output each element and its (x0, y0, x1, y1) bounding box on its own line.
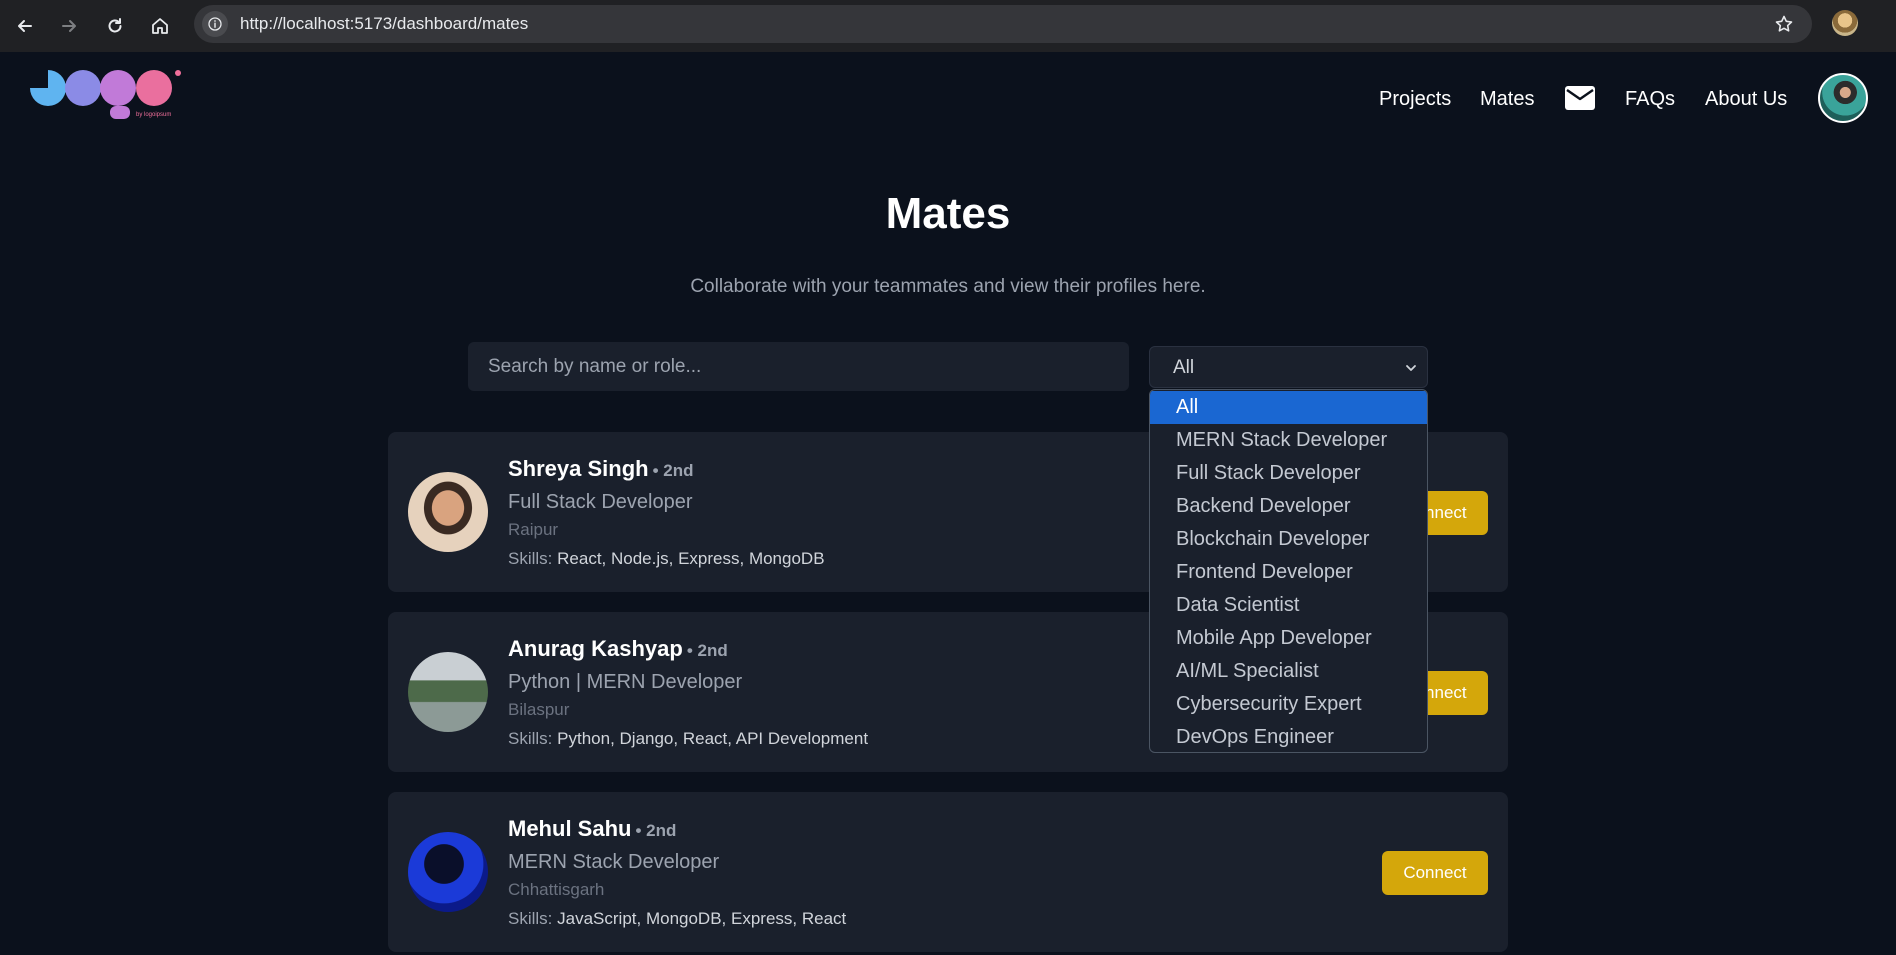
role-option-backend[interactable]: Backend Developer (1150, 490, 1427, 523)
site-info-icon[interactable] (202, 11, 228, 37)
role-filter-select[interactable]: All (1149, 346, 1428, 388)
home-button[interactable] (144, 10, 176, 42)
chevron-down-icon (1406, 365, 1416, 371)
role-option-ai-ml[interactable]: AI/ML Specialist (1150, 655, 1427, 688)
mate-avatar (408, 832, 488, 912)
browser-toolbar: http://localhost:5173/dashboard/mates (0, 0, 1896, 52)
role-option-data-scientist[interactable]: Data Scientist (1150, 589, 1427, 622)
mate-location: Chhattisgarh (508, 880, 605, 899)
mate-skills: Python, Django, React, API Development (557, 729, 869, 748)
nav-faqs[interactable]: FAQs (1625, 87, 1675, 111)
mate-avatar (408, 652, 488, 732)
mate-name[interactable]: Shreya Singh (508, 456, 649, 481)
role-option-blockchain[interactable]: Blockchain Developer (1150, 523, 1427, 556)
role-option-mobile-app[interactable]: Mobile App Developer (1150, 622, 1427, 655)
role-option-all[interactable]: All (1150, 391, 1427, 424)
back-arrow-icon (18, 20, 32, 32)
mate-role: MERN Stack Developer (508, 851, 720, 873)
nav-projects[interactable]: Projects (1379, 87, 1451, 111)
logo[interactable]: by logoipsum (28, 68, 188, 138)
mate-skills: JavaScript, MongoDB, Express, React (557, 909, 847, 928)
skills-label: Skills: (508, 909, 553, 928)
bookmark-star-icon[interactable] (1774, 14, 1794, 34)
reload-icon (108, 18, 122, 33)
role-filter-options: All MERN Stack Developer Full Stack Deve… (1149, 389, 1428, 753)
mate-avatar (408, 472, 488, 552)
role-option-mern-stack[interactable]: MERN Stack Developer (1150, 424, 1427, 457)
forward-arrow-icon (62, 20, 76, 32)
role-option-devops[interactable]: DevOps Engineer (1150, 721, 1427, 752)
home-icon (152, 18, 168, 34)
forward-button[interactable] (53, 10, 85, 42)
skills-label: Skills: (508, 549, 553, 568)
url-text: http://localhost:5173/dashboard/mates (240, 14, 529, 33)
page-title: Mates (885, 189, 1011, 238)
role-option-frontend[interactable]: Frontend Developer (1150, 556, 1427, 589)
back-button[interactable] (9, 10, 41, 42)
connection-degree: • 2nd (652, 461, 694, 480)
connect-button[interactable]: Connect (1382, 851, 1488, 895)
role-option-full-stack[interactable]: Full Stack Developer (1150, 457, 1427, 490)
mate-role: Full Stack Developer (508, 491, 693, 513)
address-bar[interactable]: http://localhost:5173/dashboard/mates (194, 5, 1812, 43)
mate-role: Python | MERN Developer (508, 671, 743, 693)
mate-name[interactable]: Mehul Sahu (508, 816, 631, 841)
connection-degree: • 2nd (686, 641, 728, 660)
logo-tagline: by logoipsum (136, 112, 171, 118)
mate-card: Mehul Sahu • 2nd MERN Stack Developer Chh… (388, 792, 1508, 952)
app-header: by logoipsum Projects Mates FAQs About U… (0, 52, 1896, 142)
skills-label: Skills: (508, 729, 553, 748)
mate-name[interactable]: Anurag Kashyap (508, 636, 683, 661)
connection-degree: • 2nd (635, 821, 677, 840)
mail-icon[interactable] (1565, 86, 1595, 110)
nav-about-us[interactable]: About Us (1705, 87, 1787, 111)
role-option-cybersecurity[interactable]: Cybersecurity Expert (1150, 688, 1427, 721)
mate-location: Raipur (508, 520, 559, 539)
nav-mates[interactable]: Mates (1480, 87, 1534, 111)
mate-location: Bilaspur (508, 700, 570, 719)
mate-skills: React, Node.js, Express, MongoDB (557, 549, 825, 568)
page-subtitle: Collaborate with your teammates and view… (690, 276, 1206, 297)
browser-profile-avatar[interactable] (1832, 10, 1858, 36)
user-avatar[interactable] (1818, 73, 1868, 123)
role-filter-value: All (1173, 357, 1195, 378)
reload-button[interactable] (99, 10, 131, 42)
search-input[interactable] (468, 342, 1129, 391)
